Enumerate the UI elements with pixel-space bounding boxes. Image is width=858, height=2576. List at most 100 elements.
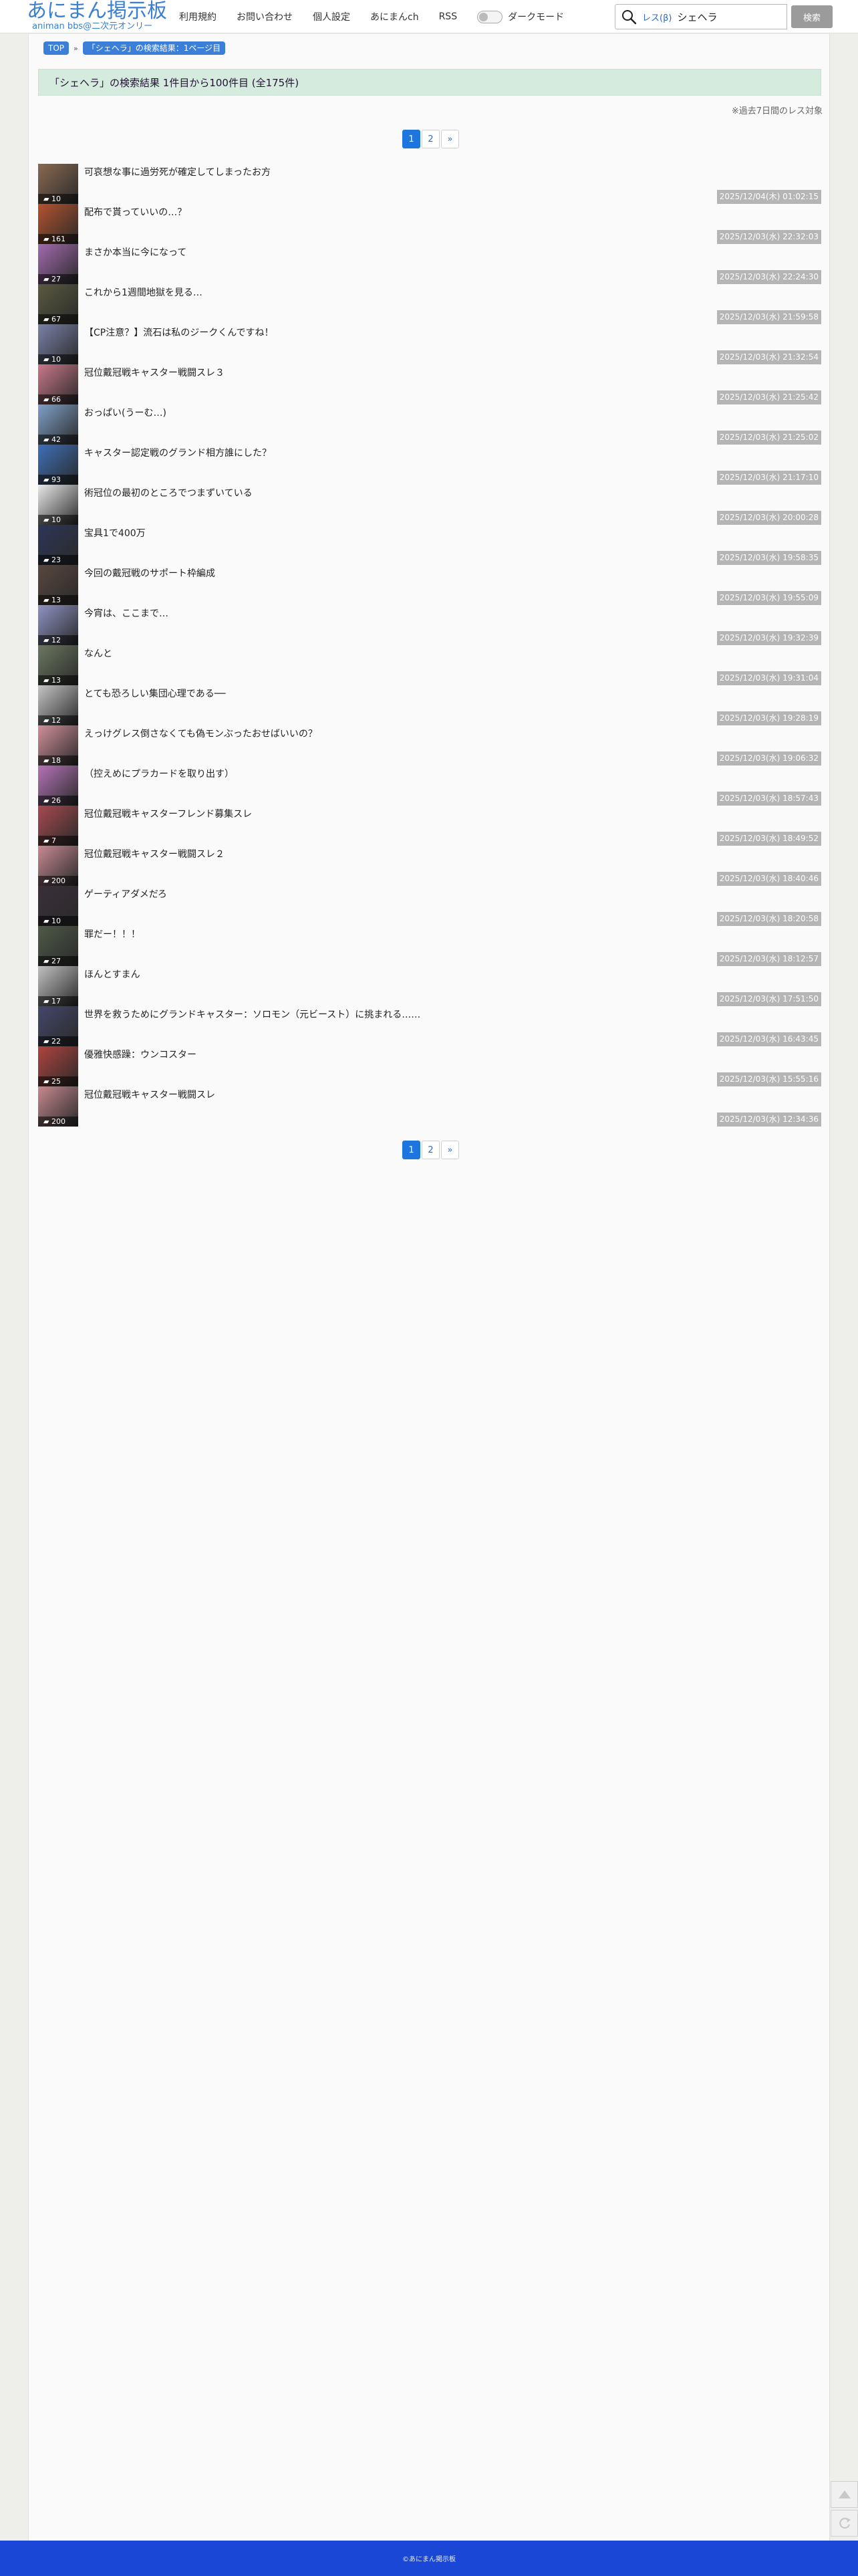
thread-row[interactable]: ▰ 66 冠位戴冠戦キャスター戦闘スレ３ 2025/12/03(水) 21:25:4… — [38, 364, 821, 404]
thread-row[interactable]: ▰ 17 ほんとすまん 2025/12/03(水) 17:51:50 — [38, 966, 821, 1006]
thread-title-link[interactable]: おっぱい(うーむ…) — [84, 406, 166, 419]
site-logo[interactable]: あにまん掲示板 animan bbs@二次元オンリー — [27, 0, 167, 33]
thread-thumbnail[interactable]: ▰ 27 — [38, 926, 78, 966]
thread-title-link[interactable]: 冠位戴冠戦キャスター戦闘スレ３ — [84, 366, 225, 379]
thread-row[interactable]: ▰ 13 今回の戴冠戦のサポート枠編成 2025/12/03(水) 19:55:09 — [38, 565, 821, 605]
thread-row[interactable]: ▰ 12 とても恐ろしい集団心理である── 2025/12/03(水) 19:28:… — [38, 685, 821, 725]
search-mode-selector[interactable]: レス(β) — [642, 11, 672, 23]
thread-title-link[interactable]: 今回の戴冠戦のサポート枠編成 — [84, 566, 215, 580]
breadcrumb-current[interactable]: 「シェヘラ」の検索結果：1ページ目 — [82, 41, 226, 55]
thread-thumbnail[interactable]: ▰ 10 — [38, 164, 78, 204]
thread-row[interactable]: ▰ 12 今宵は、ここまで… 2025/12/03(水) 19:32:39 — [38, 605, 821, 645]
nav-contact-link[interactable]: お問い合わせ — [237, 10, 293, 23]
thread-title-link[interactable]: 罪だー！！！ — [84, 927, 140, 941]
page-2-button[interactable]: 2 — [422, 1141, 440, 1159]
thread-title-link[interactable]: 配布で貰っていいの…？ — [84, 205, 186, 219]
thread-row[interactable]: ▰ 10 ゲーティアダメだろ 2025/12/03(水) 18:20:58 — [38, 886, 821, 926]
thread-row[interactable]: ▰ 7 冠位戴冠戦キャスターフレンド募集スレ 2025/12/03(水) 18:49… — [38, 806, 821, 846]
search-input[interactable] — [677, 7, 771, 27]
thread-thumbnail[interactable]: ▰ 10 — [38, 886, 78, 926]
darkmode-switch[interactable]: ダークモード — [477, 10, 564, 23]
thread-row[interactable]: ▰ 200 冠位戴冠戦キャスター戦闘スレ２ 2025/12/03(水) 18:40:… — [38, 846, 821, 886]
thread-title-link[interactable]: ゲーティアダメだろ — [84, 887, 167, 901]
thread-thumbnail[interactable]: ▰ 17 — [38, 966, 78, 1006]
thread-row[interactable]: ▰ 18 えっけグレス倒さなくても偽モンぶったおせばいいの？ 2025/12/03(… — [38, 725, 821, 766]
thread-row[interactable]: ▰ 10 【CP注意？】流石は私のジークくんですね！ 2025/12/03(水) 2… — [38, 324, 821, 364]
thread-row[interactable]: ▰ 10 術冠位の最初のところでつまずいている 2025/12/03(水) 20:0… — [38, 485, 821, 525]
thread-title-link[interactable]: 可哀想な事に過労死が確定してしまったお方 — [84, 165, 271, 179]
thread-row[interactable]: ▰ 13 なんと 2025/12/03(水) 19:31:04 — [38, 645, 821, 685]
thread-title-link[interactable]: 術冠位の最初のところでつまずいている — [84, 486, 253, 499]
thread-title-link[interactable]: 冠位戴冠戦キャスターフレンド募集スレ — [84, 807, 252, 820]
thread-title-link[interactable]: 【CP注意？】流石は私のジークくんですね！ — [84, 326, 274, 339]
reply-count: ▰ 200 — [38, 1117, 78, 1127]
thread-thumbnail[interactable]: ▰ 66 — [38, 364, 78, 404]
search-button[interactable]: 検索 — [791, 5, 833, 28]
thread-title-link[interactable]: 冠位戴冠戦キャスター戦闘スレ — [84, 1088, 215, 1101]
nav-rss-link[interactable]: RSS — [439, 11, 458, 22]
next-page-button[interactable]: » — [441, 130, 459, 148]
next-page-button[interactable]: » — [441, 1141, 459, 1159]
thread-title-link[interactable]: 今宵は、ここまで… — [84, 606, 168, 620]
thread-title-link[interactable]: キャスター認定戦のグランド相方誰にした？ — [84, 446, 271, 459]
page-2-button[interactable]: 2 — [422, 130, 440, 148]
thread-row[interactable]: ▰ 27 罪だー！！！ 2025/12/03(水) 18:12:57 — [38, 926, 821, 966]
thread-thumbnail[interactable]: ▰ 13 — [38, 645, 78, 685]
thread-row[interactable]: ▰ 200 冠位戴冠戦キャスター戦闘スレ 2025/12/03(水) 12:34:3… — [38, 1086, 821, 1127]
darkmode-toggle[interactable] — [477, 10, 503, 23]
thread-title-link[interactable]: これから1週間地獄を見る… — [84, 285, 202, 299]
thread-thumbnail[interactable]: ▰ 161 — [38, 204, 78, 244]
thread-thumbnail[interactable]: ▰ 27 — [38, 244, 78, 284]
thread-thumbnail[interactable]: ▰ 22 — [38, 1006, 78, 1046]
thread-title-link[interactable]: まさか本当に今になって — [84, 245, 186, 259]
thread-row[interactable]: ▰ 23 宝具1で400万 2025/12/03(水) 19:58:35 — [38, 525, 821, 565]
thread-timestamp: 2025/12/03(水) 18:57:43 — [716, 792, 821, 806]
thread-thumbnail[interactable]: ▰ 25 — [38, 1046, 78, 1086]
nav-animanch-link[interactable]: あにまんch — [370, 10, 419, 23]
thread-row[interactable]: ▰ 10 可哀想な事に過労死が確定してしまったお方 2025/12/04(木) 01… — [38, 164, 821, 204]
thread-thumbnail[interactable]: ▰ 200 — [38, 1086, 78, 1127]
thread-thumbnail[interactable]: ▰ 93 — [38, 445, 78, 485]
thread-title-link[interactable]: とても恐ろしい集団心理である── — [84, 687, 226, 700]
thread-thumbnail[interactable]: ▰ 26 — [38, 766, 78, 806]
thread-row[interactable]: ▰ 27 まさか本当に今になって 2025/12/03(水) 22:24:30 — [38, 244, 821, 284]
thread-thumbnail[interactable]: ▰ 10 — [38, 485, 78, 525]
thread-row[interactable]: ▰ 161 配布で貰っていいの…？ 2025/12/03(水) 22:32:03 — [38, 204, 821, 244]
breadcrumb-top[interactable]: TOP — [43, 41, 69, 55]
page-1-button[interactable]: 1 — [402, 130, 420, 148]
thread-row[interactable]: ▰ 67 これから1週間地獄を見る… 2025/12/03(水) 21:59:58 — [38, 284, 821, 324]
search-box[interactable]: レス(β) — [615, 4, 787, 29]
thread-title-link[interactable]: 世界を救うためにグランドキャスター：ソロモン（元ビースト）に挑まれる…… — [84, 1008, 420, 1021]
thread-title-link[interactable]: なんと — [84, 647, 112, 660]
thread-thumbnail[interactable]: ▰ 200 — [38, 846, 78, 886]
thread-title-link[interactable]: 優雅快感躁：ウンコスター — [84, 1048, 196, 1061]
thread-title-link[interactable]: 冠位戴冠戦キャスター戦闘スレ２ — [84, 847, 225, 860]
thread-thumbnail[interactable]: ▰ 10 — [38, 324, 78, 364]
thread-thumbnail[interactable]: ▰ 18 — [38, 725, 78, 766]
thread-thumbnail[interactable]: ▰ 12 — [38, 685, 78, 725]
thread-row[interactable]: ▰ 26 （控えめにプラカードを取り出す） 2025/12/03(水) 18:57:… — [38, 766, 821, 806]
thread-thumbnail[interactable]: ▰ 13 — [38, 565, 78, 605]
reply-count-value: 67 — [51, 315, 61, 324]
thread-row[interactable]: ▰ 42 おっぱい(うーむ…) 2025/12/03(水) 21:25:02 — [38, 404, 821, 445]
nav-terms-link[interactable]: 利用規約 — [179, 10, 217, 23]
thread-title-link[interactable]: えっけグレス倒さなくても偽モンぶったおせばいいの？ — [84, 727, 317, 740]
thread-row[interactable]: ▰ 22 世界を救うためにグランドキャスター：ソロモン（元ビースト）に挑まれる……… — [38, 1006, 821, 1046]
page-1-button[interactable]: 1 — [402, 1141, 420, 1159]
reload-button[interactable] — [831, 2510, 858, 2537]
thread-timestamp: 2025/12/03(水) 18:40:46 — [716, 872, 821, 886]
thread-thumbnail[interactable]: ▰ 67 — [38, 284, 78, 324]
thread-row[interactable]: ▰ 25 優雅快感躁：ウンコスター 2025/12/03(水) 15:55:16 — [38, 1046, 821, 1086]
thread-row[interactable]: ▰ 93 キャスター認定戦のグランド相方誰にした？ 2025/12/03(水) 21… — [38, 445, 821, 485]
thread-title-link[interactable]: 宝具1で400万 — [84, 526, 146, 540]
thread-thumbnail[interactable]: ▰ 12 — [38, 605, 78, 645]
comment-icon: ▰ — [43, 796, 51, 805]
thread-title-link[interactable]: ほんとすまん — [84, 967, 140, 981]
reply-count: ▰ 12 — [38, 635, 78, 645]
thread-title-link[interactable]: （控えめにプラカードを取り出す） — [84, 767, 234, 780]
scroll-top-button[interactable] — [831, 2481, 858, 2508]
thread-thumbnail[interactable]: ▰ 23 — [38, 525, 78, 565]
thread-thumbnail[interactable]: ▰ 7 — [38, 806, 78, 846]
nav-settings-link[interactable]: 個人設定 — [313, 10, 350, 23]
thread-thumbnail[interactable]: ▰ 42 — [38, 404, 78, 445]
